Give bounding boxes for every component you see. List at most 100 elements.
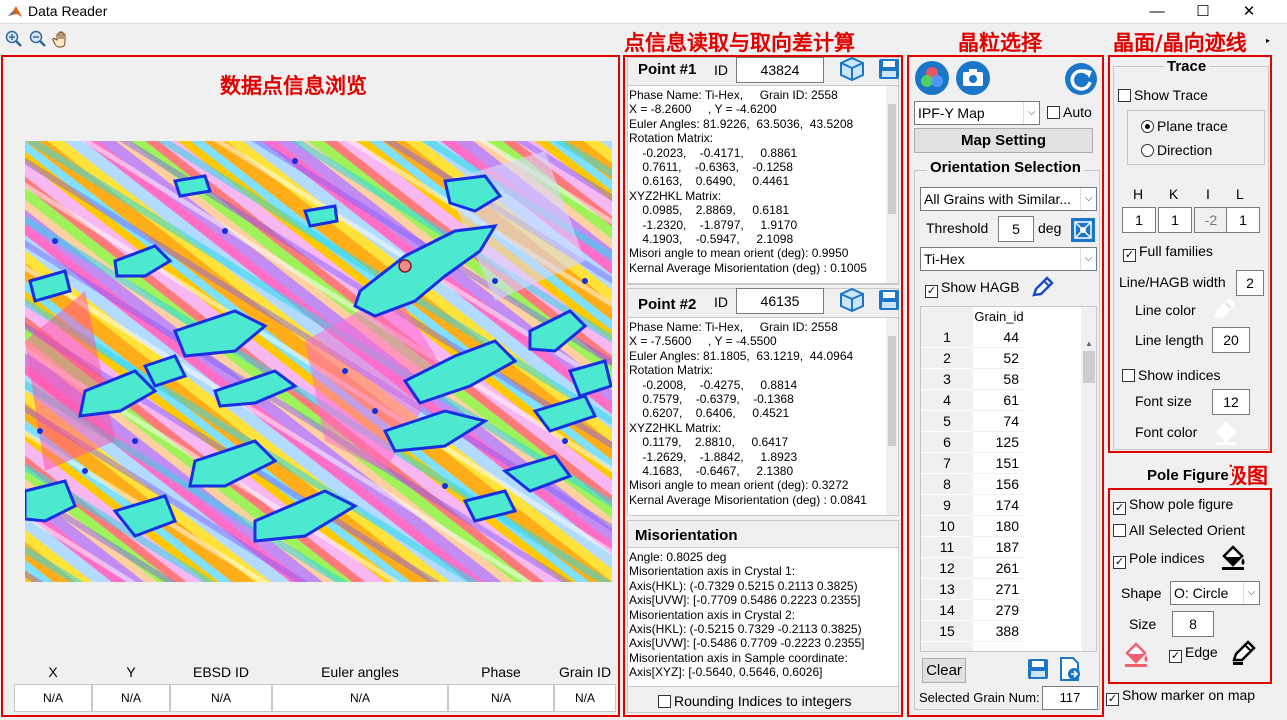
scroll-thumb[interactable] — [1083, 351, 1095, 383]
point2-scrollbar[interactable] — [886, 318, 898, 515]
radio-dot[interactable] — [1141, 120, 1154, 133]
map-type-select[interactable]: IPF-Y Map ⌵ — [914, 101, 1040, 125]
checkbox-box[interactable]: ✓ — [1123, 249, 1136, 262]
h-input[interactable]: 1 — [1122, 207, 1156, 233]
pan-hand-icon[interactable] — [52, 29, 72, 49]
point2-text-box[interactable]: Phase Name: Ti-Hex, Grain ID: 2558 X = -… — [627, 317, 899, 516]
grain-id-cell[interactable]: 156 — [973, 474, 1025, 495]
grid-select-icon[interactable] — [1070, 217, 1096, 243]
grain-id-cell[interactable]: 279 — [973, 600, 1025, 621]
grain-id-cell[interactable]: 61 — [973, 390, 1025, 411]
grain-id-cell[interactable]: 125 — [973, 432, 1025, 453]
direction-radio[interactable]: Direction — [1141, 142, 1212, 158]
radio-dot[interactable] — [1141, 144, 1154, 157]
checkbox-box[interactable]: ✓ — [1113, 502, 1126, 515]
save-icon[interactable] — [1026, 656, 1050, 682]
pole-indices-checkbox[interactable]: ✓ Pole indices — [1113, 550, 1205, 569]
table-row[interactable]: 14 279 — [921, 600, 1081, 621]
show-pole-figure-checkbox[interactable]: ✓ Show pole figure — [1113, 496, 1233, 515]
table-row[interactable]: 9 174 — [921, 495, 1081, 516]
table-row[interactable]: 11 187 — [921, 537, 1081, 558]
size-input[interactable]: 8 — [1172, 611, 1214, 637]
camera-icon[interactable] — [955, 60, 991, 96]
map-setting-button[interactable]: Map Setting — [914, 128, 1093, 153]
table-row[interactable]: 5 74 — [921, 411, 1081, 432]
grain-table[interactable]: Grain_id 1 44 2 52 3 58 4 61 5 74 6 125 7 151 8 156 9 174… — [920, 306, 1097, 652]
grain-id-cell[interactable]: 58 — [973, 369, 1025, 390]
checkbox-box[interactable] — [1047, 106, 1060, 119]
font-size-input[interactable]: 12 — [1212, 389, 1250, 415]
k-input[interactable]: 1 — [1158, 207, 1192, 233]
auto-checkbox[interactable]: Auto — [1047, 104, 1092, 120]
line-length-input[interactable]: 20 — [1212, 327, 1250, 353]
color-wheel-icon[interactable] — [914, 60, 950, 96]
ebsd-map[interactable] — [25, 141, 612, 582]
pen-icon[interactable] — [1212, 298, 1238, 322]
save-icon[interactable] — [877, 56, 899, 82]
export-file-icon[interactable] — [1057, 656, 1083, 682]
pen-icon[interactable] — [1230, 640, 1258, 666]
table-row[interactable]: 1 44 — [921, 327, 1081, 348]
table-row[interactable]: 4 61 — [921, 390, 1081, 411]
checkbox-box[interactable] — [1118, 89, 1131, 102]
point1-text-box[interactable]: Phase Name: Ti-Hex, Grain ID: 2558 X = -… — [627, 85, 899, 284]
table-row[interactable]: 10 180 — [921, 516, 1081, 537]
all-selected-checkbox[interactable]: All Selected Orient — [1113, 522, 1245, 538]
full-families-checkbox[interactable]: ✓ Full families — [1123, 243, 1213, 262]
point1-scrollbar[interactable] — [886, 86, 898, 283]
cube-icon[interactable] — [838, 287, 866, 313]
checkbox-box[interactable]: ✓ — [1113, 556, 1126, 569]
close-button[interactable]: ✕ — [1226, 0, 1272, 24]
threshold-input[interactable]: 5 — [998, 216, 1034, 242]
zoom-out-icon[interactable] — [28, 29, 48, 49]
paint-bucket-icon[interactable] — [1218, 543, 1248, 571]
show-hagb-checkbox[interactable]: ✓ Show HAGB — [925, 279, 1020, 298]
edge-checkbox[interactable]: ✓ Edge — [1169, 644, 1218, 663]
show-marker-checkbox[interactable]: ✓ Show marker on map — [1106, 687, 1255, 706]
misorientation-text-box[interactable]: Angle: 0.8025 deg Misorientation axis in… — [627, 547, 899, 687]
minimize-button[interactable]: — — [1134, 0, 1180, 24]
toolbar-overflow-icon[interactable]: ▸ — [1266, 36, 1270, 45]
grain-id-cell[interactable]: 261 — [973, 558, 1025, 579]
grain-id-cell[interactable]: 180 — [973, 516, 1025, 537]
grain-id-cell[interactable]: 151 — [973, 453, 1025, 474]
point2-id-input[interactable]: 46135 — [736, 288, 824, 314]
checkbox-box[interactable]: ✓ — [1169, 650, 1182, 663]
show-trace-checkbox[interactable]: Show Trace — [1118, 87, 1208, 103]
selection-mode-select[interactable]: All Grains with Similar... ⌵ — [920, 187, 1097, 211]
table-row[interactable]: 2 52 — [921, 348, 1081, 369]
maximize-button[interactable]: ☐ — [1180, 0, 1226, 24]
zoom-in-icon[interactable] — [4, 29, 24, 49]
table-row[interactable]: 7 151 — [921, 453, 1081, 474]
clear-button[interactable]: Clear — [922, 658, 966, 683]
checkbox-box[interactable]: ✓ — [1106, 693, 1119, 706]
scroll-up-icon[interactable]: ▲ — [1085, 339, 1093, 348]
table-row[interactable]: 3 58 — [921, 369, 1081, 390]
checkbox-box[interactable]: ✓ — [925, 285, 938, 298]
grain-id-cell[interactable]: 52 — [973, 348, 1025, 369]
cube-icon[interactable] — [838, 56, 866, 82]
grain-id-cell[interactable]: 187 — [973, 537, 1025, 558]
shape-select[interactable]: O: Circle ⌵ — [1170, 581, 1260, 605]
checkbox-box[interactable] — [1122, 369, 1135, 382]
table-row[interactable]: 8 156 — [921, 474, 1081, 495]
checkbox-box[interactable] — [658, 695, 671, 708]
table-row[interactable]: 12 261 — [921, 558, 1081, 579]
phase-select[interactable]: Ti-Hex ⌵ — [920, 247, 1097, 271]
grain-id-cell[interactable]: 388 — [973, 621, 1025, 642]
grain-id-cell[interactable]: 174 — [973, 495, 1025, 516]
line-width-input[interactable]: 2 — [1236, 270, 1264, 296]
l-input[interactable]: 1 — [1226, 207, 1260, 233]
table-row[interactable]: 15 388 — [921, 621, 1081, 642]
fill-color-icon[interactable] — [1121, 640, 1151, 668]
rounding-checkbox[interactable]: Rounding Indices to integers — [658, 693, 851, 709]
grain-id-cell[interactable]: 44 — [973, 327, 1025, 348]
show-indices-checkbox[interactable]: Show indices — [1122, 367, 1221, 383]
grain-table-scrollbar[interactable]: ▲ — [1081, 307, 1096, 651]
plane-trace-radio[interactable]: Plane trace — [1141, 118, 1228, 134]
grain-id-cell[interactable]: 271 — [973, 579, 1025, 600]
table-row[interactable]: 13 271 — [921, 579, 1081, 600]
checkbox-box[interactable] — [1113, 524, 1126, 537]
table-row[interactable]: 6 125 — [921, 432, 1081, 453]
save-icon[interactable] — [877, 287, 899, 313]
